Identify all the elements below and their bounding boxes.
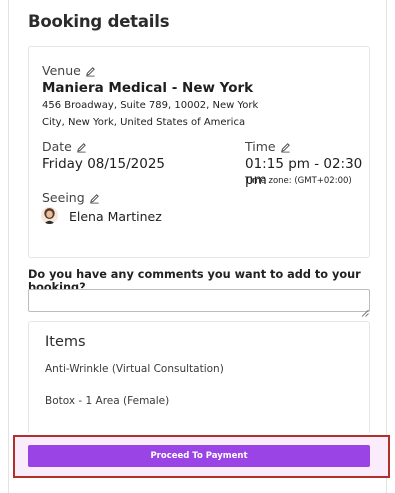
edit-time-pencil-icon[interactable] [280,141,291,153]
page-title: Booking details [28,12,170,31]
item-row: Anti-Wrinkle (Virtual Consultation) [45,363,224,375]
venue-address-line-1: 456 Broadway, Suite 789, 10002, New York [42,100,259,111]
items-card: Items Anti-Wrinkle (Virtual Consultation… [28,321,370,433]
resize-grip-icon[interactable] [361,302,369,317]
timezone-note: Time zone: (GMT+02:00) [245,176,352,186]
venue-address: 456 Broadway, Suite 789, 10002, New York… [42,97,362,131]
practitioner-name: Elena Martinez [69,209,162,224]
time-label: Time [245,139,276,154]
edit-venue-pencil-icon[interactable] [85,65,96,77]
venue-address-line-2: City, New York, United States of America [42,117,246,128]
venue-name: Maniera Medical - New York [42,80,254,96]
proceed-to-payment-button[interactable]: Proceed To Payment [28,445,370,467]
date-label-row: Date [42,139,87,154]
practitioner-avatar [41,207,58,224]
edit-practitioner-pencil-icon[interactable] [89,192,100,204]
seeing-label-row: Seeing [42,190,100,205]
time-label-row: Time [245,139,291,154]
comments-field[interactable] [28,289,370,312]
venue-label-row: Venue [42,63,96,78]
booking-summary-card: Venue Maniera Medical - New York 456 Bro… [28,46,370,258]
date-label: Date [42,139,72,154]
seeing-label: Seeing [42,190,85,205]
item-row: Botox - 1 Area (Female) [45,395,170,407]
items-title: Items [45,334,86,350]
date-value: Friday 08/15/2025 [42,156,166,172]
venue-label: Venue [42,63,81,78]
edit-date-pencil-icon[interactable] [76,141,87,153]
